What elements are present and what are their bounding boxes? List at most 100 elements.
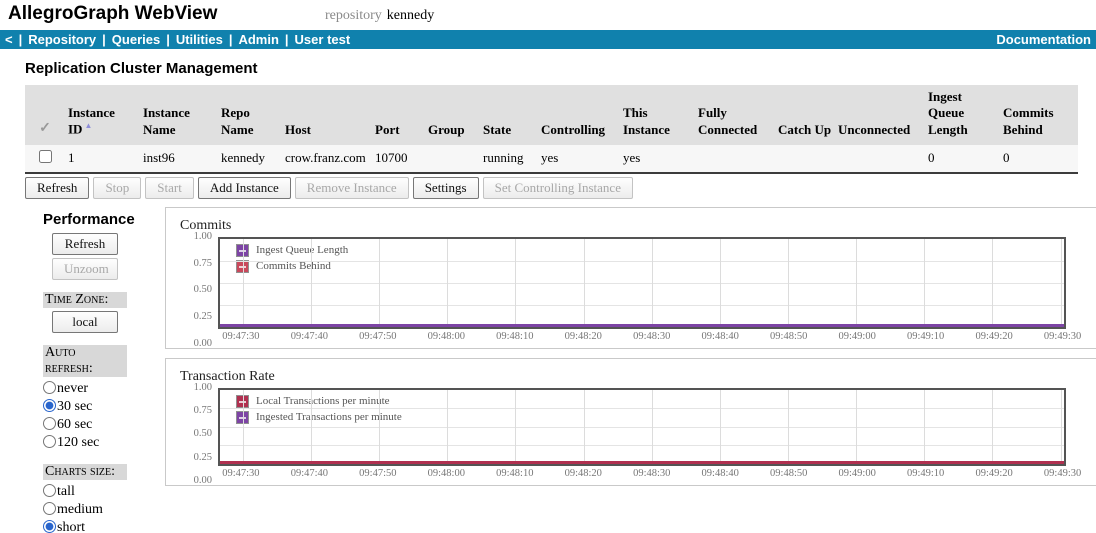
nav-item-repository[interactable]: Repository	[28, 32, 96, 47]
settings-button[interactable]: Settings	[412, 176, 479, 199]
cell-host: crow.franz.com	[282, 144, 372, 174]
nav-item-utilities[interactable]: Utilities	[176, 32, 223, 47]
column-header-fully-connected[interactable]: Fully Connected	[695, 85, 775, 145]
nav-item-admin[interactable]: Admin	[238, 32, 278, 47]
column-header-controlling[interactable]: Controlling	[538, 85, 620, 145]
auto-refresh-option-30-sec[interactable]: 30 sec	[43, 398, 165, 416]
timezone-button[interactable]: local	[52, 310, 118, 333]
column-header-instance-name[interactable]: Instance Name	[140, 85, 218, 145]
auto-refresh-label: Auto refresh:	[43, 344, 127, 377]
x-axis-tick: 09:48:00	[427, 330, 465, 342]
data-series-line	[220, 460, 1064, 464]
cell-commits-behind: 0	[1000, 144, 1078, 174]
nav-separator: |	[18, 32, 23, 47]
nav-separator: |	[228, 32, 233, 47]
charts-size-radio-tall[interactable]	[43, 483, 56, 497]
commits-chart: Commits Ingest Queue Length Commits Behin…	[165, 206, 1096, 349]
column-header-port[interactable]: Port	[372, 85, 425, 145]
auto-refresh-radio-60-sec[interactable]	[43, 416, 56, 430]
x-axis-tick: 09:49:00	[838, 467, 876, 479]
x-axis-tick: 09:49:20	[975, 330, 1013, 342]
column-header-commits-behind[interactable]: Commits Behind	[1000, 85, 1078, 145]
charts-size-label: Charts size:	[43, 463, 127, 480]
x-axis-tick: 09:47:50	[359, 330, 397, 342]
stop-button[interactable]: Stop	[93, 176, 142, 199]
cell-port: 10700	[372, 144, 425, 174]
auto-refresh-option-120-sec[interactable]: 120 sec	[43, 434, 165, 452]
auto-refresh-option-never[interactable]: never	[43, 380, 165, 398]
x-axis-tick: 09:49:00	[838, 330, 876, 342]
cell-this-instance: yes	[620, 144, 695, 174]
x-axis-tick: 09:48:20	[564, 467, 602, 479]
nav-item-user-test[interactable]: User test	[295, 32, 351, 47]
column-header-repo-name[interactable]: Repo Name	[218, 85, 282, 145]
unzoom-button[interactable]: Unzoom	[52, 257, 118, 280]
x-axis-tick: 09:48:10	[496, 467, 534, 479]
x-axis-tick: 09:47:40	[290, 330, 329, 342]
repository-name: kennedy	[386, 8, 435, 23]
cluster-table: ✓ Instance ID ▲ Instance Name Repo Name Host P…	[25, 85, 1078, 174]
repository-indicator: repository kennedy	[325, 8, 434, 24]
cell-fully-connected	[695, 144, 775, 174]
add-instance-button[interactable]: Add Instance	[197, 176, 291, 199]
charts-panel: Commits Ingest Queue Length Commits Behin…	[165, 206, 1096, 533]
remove-instance-button[interactable]: Remove Instance	[294, 176, 409, 199]
x-axis-tick: 09:49:10	[906, 330, 945, 342]
column-header-group[interactable]: Group	[425, 85, 480, 145]
performance-panel: Performance Refresh Unzoom Time Zone: lo…	[25, 207, 165, 533]
cell-state: running	[480, 144, 538, 174]
documentation-link[interactable]: Documentation	[996, 32, 1091, 47]
x-axis-tick: 09:48:10	[496, 330, 534, 342]
x-axis-tick: 09:48:30	[633, 467, 671, 479]
select-all-check-icon[interactable]: ✓	[25, 85, 65, 145]
y-axis-tick: 0.75	[193, 404, 212, 416]
charts-size-option-medium[interactable]: medium	[43, 501, 165, 519]
nav-bar: < | Repository | Queries | Utilities | Admin | Us…	[0, 30, 1096, 49]
row-select-checkbox[interactable]	[38, 149, 52, 163]
charts-size-radio-medium[interactable]	[43, 501, 56, 515]
column-header-instance-id[interactable]: Instance ID ▲	[65, 85, 140, 145]
x-axis-tick: 09:48:50	[770, 330, 808, 342]
set-controlling-instance-button[interactable]: Set Controlling Instance	[482, 176, 633, 199]
cell-instance-id: 1	[65, 144, 140, 174]
legend-item: Local Transactions per minute	[236, 394, 402, 408]
legend-item: Ingested Transactions per minute	[236, 410, 402, 424]
column-header-state[interactable]: State	[480, 85, 538, 145]
x-axis-tick: 09:47:40	[290, 467, 329, 479]
x-axis-tick: 09:49:10	[906, 467, 945, 479]
column-header-ingest-queue-length[interactable]: Ingest Queue Length	[925, 85, 1000, 145]
back-arrow-icon[interactable]: <	[5, 32, 13, 47]
y-axis-tick: 1.00	[193, 381, 212, 393]
y-axis-tick: 1.00	[193, 230, 212, 242]
y-axis-tick: 0.25	[193, 451, 212, 463]
column-header-catch-up[interactable]: Catch Up	[775, 85, 835, 145]
column-header-this-instance[interactable]: This Instance	[620, 85, 695, 145]
auto-refresh-radio-120-sec[interactable]	[43, 434, 56, 448]
chart-title: Commits	[180, 217, 232, 233]
performance-refresh-button[interactable]: Refresh	[52, 232, 118, 255]
performance-title: Performance	[43, 210, 135, 228]
legend-label: Commits Behind	[256, 260, 331, 273]
cluster-button-row: Refresh Stop Start Add Instance Remove Insta…	[25, 176, 1096, 199]
repository-label: repository	[325, 8, 382, 23]
chart-legend: Local Transactions per minute Ingested Tr…	[236, 394, 402, 427]
y-axis-tick: 0.50	[193, 428, 212, 440]
refresh-button[interactable]: Refresh	[25, 176, 90, 199]
column-header-host[interactable]: Host	[282, 85, 372, 145]
nav-menu: < | Repository | Queries | Utilities | Admin | Us…	[5, 32, 350, 47]
column-header-unconnected[interactable]: Unconnected	[835, 85, 925, 145]
charts-size-option-tall[interactable]: tall	[43, 483, 165, 501]
x-axis-tick: 09:48:30	[633, 330, 671, 342]
auto-refresh-radio-never[interactable]	[43, 380, 56, 394]
cell-instance-name: inst96	[140, 144, 218, 174]
timezone-label: Time Zone:	[43, 291, 127, 308]
auto-refresh-option-60-sec[interactable]: 60 sec	[43, 416, 165, 434]
charts-size-radio-short[interactable]	[43, 519, 56, 533]
sort-ascending-icon: ▲	[84, 121, 93, 131]
cell-controlling: yes	[538, 144, 620, 174]
auto-refresh-radio-30-sec[interactable]	[43, 398, 56, 412]
nav-item-queries[interactable]: Queries	[112, 32, 160, 47]
charts-size-option-short[interactable]: short	[43, 519, 165, 533]
start-button[interactable]: Start	[145, 176, 194, 199]
y-axis-tick: 0.00	[193, 474, 212, 486]
